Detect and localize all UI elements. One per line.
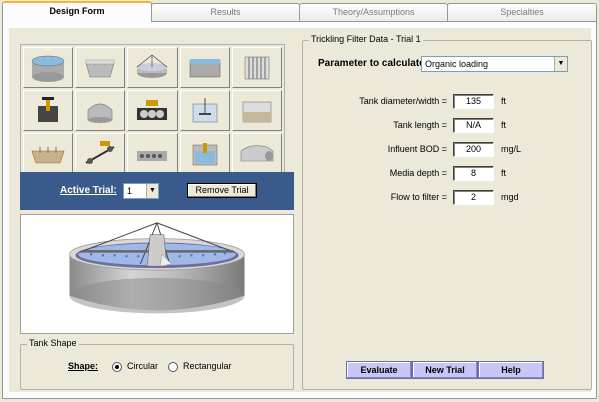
field-label: Tank diameter/width =	[359, 96, 447, 106]
field-influent-bod: Influent BOD = 200 mg/L	[303, 142, 593, 158]
field-tank-length: Tank length = N/A ft	[303, 118, 593, 134]
active-trial-select[interactable]: 1 ▼	[123, 183, 159, 199]
sludge-drying-icon[interactable]	[127, 133, 178, 174]
bar-screen-icon[interactable]	[231, 47, 282, 88]
field-unit: mgd	[501, 192, 519, 202]
shape-label: Shape:	[68, 361, 99, 371]
tank-shape-group: Tank Shape Shape: Circular Rectangular	[20, 338, 294, 390]
flash-mixer-icon[interactable]	[179, 90, 230, 131]
flow-to-filter-input[interactable]: 2	[453, 190, 494, 205]
chevron-down-icon[interactable]: ▼	[554, 57, 567, 71]
active-trial-bar: Active Trial: 1 ▼ Remove Trial	[20, 172, 294, 210]
tab-design-form[interactable]: Design Form	[2, 1, 152, 22]
field-label: Influent BOD =	[387, 144, 447, 154]
tab-results[interactable]: Results	[151, 3, 300, 21]
field-label: Media depth =	[389, 168, 447, 178]
tab-theory-assumptions[interactable]: Theory/Assumptions	[299, 3, 448, 21]
field-unit: ft	[501, 120, 507, 130]
field-unit: mg/L	[501, 144, 522, 154]
new-trial-button[interactable]: New Trial	[412, 361, 478, 379]
active-trial-value: 1	[127, 186, 133, 196]
tank-shape-title: Tank Shape	[27, 338, 79, 348]
belt-press-icon[interactable]	[75, 133, 126, 174]
media-depth-input[interactable]: 8	[453, 166, 494, 181]
field-label: Tank length =	[393, 120, 447, 130]
trickling-filter-illustration	[69, 222, 245, 314]
process-illustration	[20, 214, 294, 334]
help-button[interactable]: Help	[478, 361, 544, 379]
mixer-tank-icon[interactable]	[23, 90, 74, 131]
influent-bod-input[interactable]: 200	[453, 142, 494, 157]
parameter-value: Organic loading	[425, 59, 489, 69]
field-unit: ft	[501, 168, 507, 178]
tab-strip: Design Form Results Theory/Assumptions S…	[0, 0, 599, 22]
rotating-contactor-icon[interactable]	[127, 90, 178, 131]
trickling-filter-data-group: Trickling Filter Data - Trial 1 Paramete…	[302, 34, 593, 390]
data-group-title: Trickling Filter Data - Trial 1	[309, 34, 423, 44]
chevron-down-icon[interactable]: ▼	[146, 184, 158, 198]
parameter-select[interactable]: Organic loading ▼	[421, 56, 568, 72]
sand-filter-icon[interactable]	[231, 90, 282, 131]
field-media-depth: Media depth = 8 ft	[303, 166, 593, 182]
active-trial-label: Active Trial:	[60, 185, 117, 196]
pipe-culvert-icon[interactable]	[231, 133, 282, 174]
radio-rectangular[interactable]	[168, 362, 178, 372]
remove-trial-button[interactable]: Remove Trial	[187, 183, 257, 198]
field-flow-to-filter: Flow to filter = 2 mgd	[303, 190, 593, 206]
digester-icon[interactable]	[75, 90, 126, 131]
field-unit: ft	[501, 96, 507, 106]
evaluate-button[interactable]: Evaluate	[346, 361, 412, 379]
aeration-basin-icon[interactable]	[179, 47, 230, 88]
tank-diameter-input[interactable]: 135	[453, 94, 494, 109]
radio-circular-label: Circular	[127, 361, 159, 371]
tab-specialties[interactable]: Specialties	[447, 3, 597, 21]
uv-channel-icon[interactable]	[179, 133, 230, 174]
tank-length-input[interactable]: N/A	[453, 118, 494, 133]
design-form-page: Active Trial: 1 ▼ Remove Trial Tank Shap…	[2, 21, 597, 399]
radio-rectangular-label: Rectangular	[183, 361, 232, 371]
field-tank-diameter: Tank diameter/width = 135 ft	[303, 94, 593, 110]
parameter-label: Parameter to calculate:	[318, 58, 429, 69]
unit-process-palette	[20, 44, 285, 177]
field-label: Flow to filter =	[390, 192, 447, 202]
clarifier-tank-icon[interactable]	[23, 47, 74, 88]
lagoon-icon[interactable]	[23, 133, 74, 174]
grit-chamber-icon[interactable]	[75, 47, 126, 88]
trickling-filter-icon[interactable]	[127, 47, 178, 88]
radio-circular[interactable]	[112, 362, 122, 372]
